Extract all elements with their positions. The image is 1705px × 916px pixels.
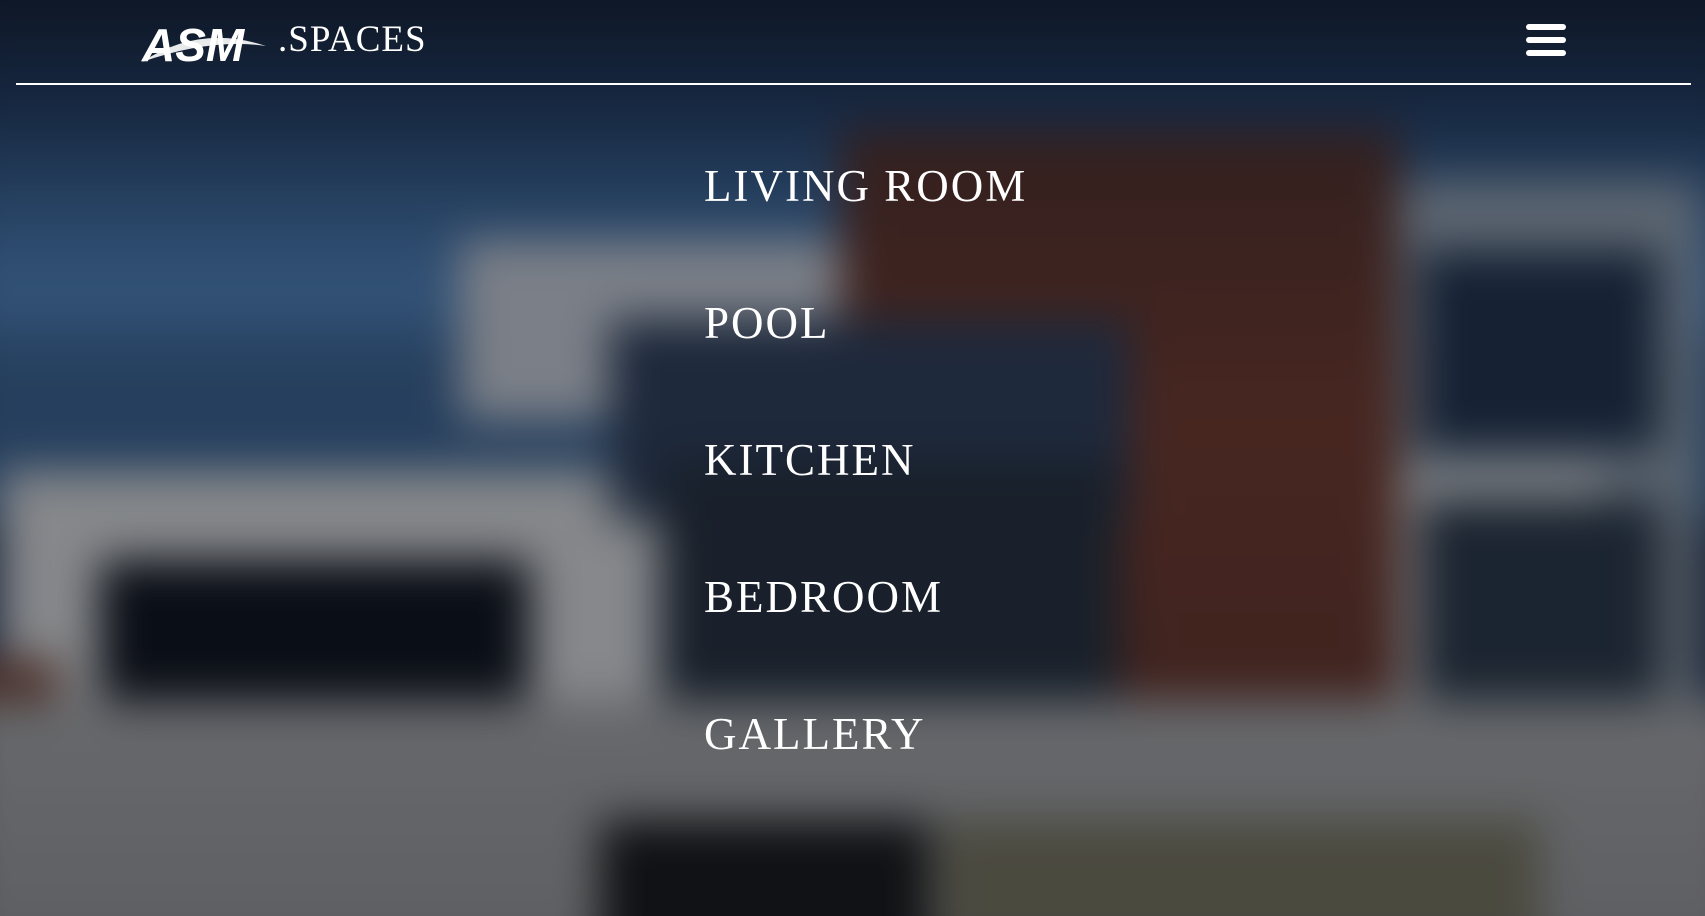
header-divider: [16, 83, 1691, 85]
main-navigation: LIVING ROOM POOL KITCHEN BEDROOM GALLERY: [704, 150, 1027, 835]
nav-item-bedroom[interactable]: BEDROOM: [704, 561, 1027, 698]
asm-logo-icon: ASM: [141, 19, 266, 66]
site-header: ASM .SPACES: [0, 0, 1705, 85]
nav-item-living-room[interactable]: LIVING ROOM: [704, 150, 1027, 287]
brand-suffix: .SPACES: [278, 19, 427, 60]
logo-text: ASM: [141, 19, 246, 66]
brand-logo[interactable]: ASM .SPACES: [140, 16, 427, 66]
hamburger-menu-icon[interactable]: [1524, 20, 1568, 60]
nav-item-pool[interactable]: POOL: [704, 287, 1027, 424]
nav-item-kitchen[interactable]: KITCHEN: [704, 424, 1027, 561]
nav-item-gallery[interactable]: GALLERY: [704, 698, 1027, 835]
